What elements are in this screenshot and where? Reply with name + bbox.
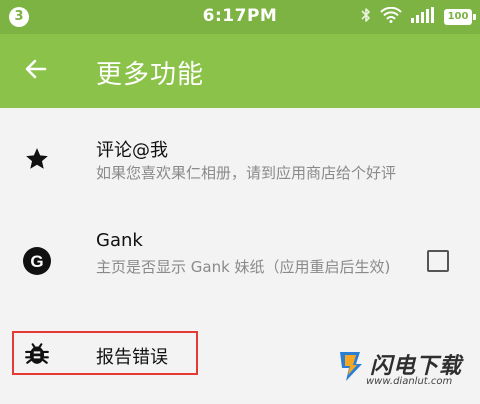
arrow-left-icon xyxy=(24,57,48,85)
settings-item-rate[interactable]: 评论@我 如果您喜欢果仁相册，请到应用商店给个好评 xyxy=(0,108,480,212)
site-watermark: 闪电下载 www.dianlut.com xyxy=(336,342,476,398)
gank-show-checkbox[interactable] xyxy=(427,250,449,272)
watermark-url: www.dianlut.com xyxy=(366,376,453,387)
bluetooth-icon xyxy=(361,7,371,27)
gank-logo-letter: G xyxy=(30,252,43,271)
back-button[interactable] xyxy=(16,51,56,91)
wifi-icon xyxy=(380,6,402,27)
status-bar: 3 6:17PM 100 xyxy=(0,0,480,34)
settings-item-title: 评论@我 xyxy=(96,140,168,161)
settings-item-subtitle: 主页是否显示 Gank 妹纸（应用重启后生效) xyxy=(96,258,391,276)
settings-item-subtitle: 如果您喜欢果仁相册，请到应用商店给个好评 xyxy=(96,164,397,182)
app-bar: 更多功能 xyxy=(0,34,480,108)
settings-item-title: Gank xyxy=(96,230,143,251)
signal-icon xyxy=(411,7,435,27)
lightning-logo-icon xyxy=(336,350,366,382)
page-title: 更多功能 xyxy=(96,60,205,90)
status-icons: 100 xyxy=(361,6,476,27)
bug-icon xyxy=(22,338,52,368)
gank-logo-icon: G xyxy=(22,246,52,276)
star-icon xyxy=(22,144,52,174)
settings-item-title: 报告错误 xyxy=(96,347,168,368)
battery-icon: 100 xyxy=(444,9,476,25)
settings-item-gank[interactable]: G Gank 主页是否显示 Gank 妹纸（应用重启后生效) xyxy=(0,212,480,318)
